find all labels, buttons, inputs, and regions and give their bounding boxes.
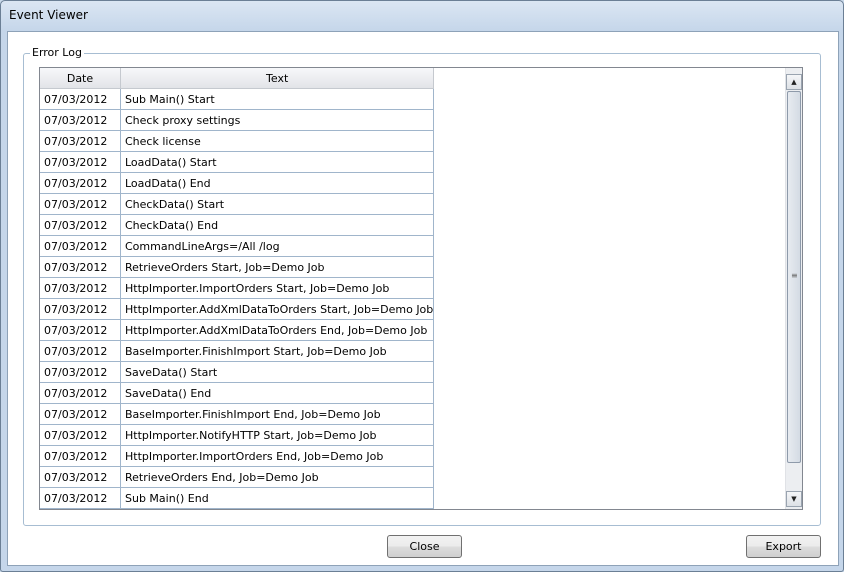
cell-text: HttpImporter.AddXmlDataToOrders End, Job…	[120, 319, 435, 341]
cell-text: RetrieveOrders End, Job=Demo Job	[120, 466, 435, 488]
table-row[interactable]: 07/03/2012 Sub Main() Start	[40, 88, 435, 110]
cell-text: Sub Main() End	[120, 487, 435, 509]
cell-text: LoadData() Start	[120, 151, 435, 173]
title-bar[interactable]: Event Viewer	[1, 1, 843, 31]
arrow-up-icon: ▲	[791, 78, 797, 86]
arrow-down-icon: ▼	[791, 495, 797, 503]
error-log-group: Error Log Date Text 07/03/2012 Sub Main()…	[23, 46, 821, 526]
error-log-grid[interactable]: Date Text 07/03/2012 Sub Main() Start 07/0…	[39, 67, 803, 510]
window-title: Event Viewer	[9, 8, 88, 22]
close-button[interactable]: Close	[387, 535, 462, 558]
table-body: 07/03/2012 Sub Main() Start 07/03/2012 Chec…	[40, 88, 435, 509]
vertical-scrollbar[interactable]: ▲ ≡ ▼	[785, 68, 802, 509]
cell-date: 07/03/2012	[40, 403, 121, 425]
cell-text: BaseImporter.FinishImport End, Job=Demo …	[120, 403, 435, 425]
group-legend: Error Log	[30, 46, 84, 59]
cell-date: 07/03/2012	[40, 445, 121, 467]
scroll-thumb[interactable]: ≡	[787, 91, 801, 463]
cell-date: 07/03/2012	[40, 109, 121, 131]
table-row[interactable]: 07/03/2012 SaveData() Start	[40, 361, 435, 383]
cell-text: Check license	[120, 130, 435, 152]
table-row[interactable]: 07/03/2012 Sub Main() End	[40, 487, 435, 509]
cell-text: HttpImporter.ImportOrders Start, Job=Dem…	[120, 277, 435, 299]
cell-date: 07/03/2012	[40, 88, 121, 110]
cell-date: 07/03/2012	[40, 466, 121, 488]
cell-text: Check proxy settings	[120, 109, 435, 131]
column-header-text[interactable]: Text	[120, 68, 435, 89]
cell-date: 07/03/2012	[40, 361, 121, 383]
cell-date: 07/03/2012	[40, 487, 121, 509]
scroll-grip-icon: ≡	[791, 271, 798, 280]
cell-date: 07/03/2012	[40, 319, 121, 341]
table-row[interactable]: 07/03/2012 BaseImporter.FinishImport End,…	[40, 403, 435, 425]
cell-date: 07/03/2012	[40, 277, 121, 299]
error-log-table: Date Text 07/03/2012 Sub Main() Start 07/0…	[40, 68, 435, 509]
cell-date: 07/03/2012	[40, 340, 121, 362]
table-row[interactable]: 07/03/2012 CommandLineArgs=/All /log	[40, 235, 435, 257]
cell-text: RetrieveOrders Start, Job=Demo Job	[120, 256, 435, 278]
table-row[interactable]: 07/03/2012 HttpImporter.NotifyHTTP Start,…	[40, 424, 435, 446]
table-row[interactable]: 07/03/2012 CheckData() Start	[40, 193, 435, 215]
export-button[interactable]: Export	[746, 535, 821, 558]
table-row[interactable]: 07/03/2012 RetrieveOrders Start, Job=Demo…	[40, 256, 435, 278]
table-row[interactable]: 07/03/2012 LoadData() End	[40, 172, 435, 194]
table-row[interactable]: 07/03/2012 HttpImporter.ImportOrders End,…	[40, 445, 435, 467]
table-row[interactable]: 07/03/2012 BaseImporter.FinishImport Star…	[40, 340, 435, 362]
cell-date: 07/03/2012	[40, 151, 121, 173]
cell-text: CheckData() End	[120, 214, 435, 236]
table-row[interactable]: 07/03/2012 Check proxy settings	[40, 109, 435, 131]
scroll-down-button[interactable]: ▼	[786, 491, 802, 507]
cell-text: CheckData() Start	[120, 193, 435, 215]
window-content: Error Log Date Text 07/03/2012 Sub Main()…	[7, 31, 839, 566]
scroll-up-button[interactable]: ▲	[786, 74, 802, 90]
cell-text: SaveData() End	[120, 382, 435, 404]
table-row[interactable]: 07/03/2012 LoadData() Start	[40, 151, 435, 173]
table-row[interactable]: 07/03/2012 HttpImporter.AddXmlDataToOrder…	[40, 298, 435, 320]
cell-text: HttpImporter.ImportOrders End, Job=Demo …	[120, 445, 435, 467]
cell-text: HttpImporter.AddXmlDataToOrders Start, J…	[120, 298, 435, 320]
cell-date: 07/03/2012	[40, 214, 121, 236]
table-header-row: Date Text	[40, 68, 435, 89]
table-row[interactable]: 07/03/2012 RetrieveOrders End, Job=Demo J…	[40, 466, 435, 488]
cell-text: CommandLineArgs=/All /log	[120, 235, 435, 257]
cell-date: 07/03/2012	[40, 235, 121, 257]
table-row[interactable]: 07/03/2012 HttpImporter.ImportOrders Star…	[40, 277, 435, 299]
cell-text: Sub Main() Start	[120, 88, 435, 110]
cell-text: SaveData() Start	[120, 361, 435, 383]
table-row[interactable]: 07/03/2012 SaveData() End	[40, 382, 435, 404]
event-viewer-window: Event Viewer Error Log Date Text 07/03/2…	[0, 0, 844, 572]
cell-date: 07/03/2012	[40, 130, 121, 152]
cell-date: 07/03/2012	[40, 256, 121, 278]
cell-date: 07/03/2012	[40, 424, 121, 446]
cell-date: 07/03/2012	[40, 193, 121, 215]
cell-date: 07/03/2012	[40, 172, 121, 194]
cell-date: 07/03/2012	[40, 382, 121, 404]
cell-date: 07/03/2012	[40, 298, 121, 320]
cell-text: HttpImporter.NotifyHTTP Start, Job=Demo …	[120, 424, 435, 446]
table-row[interactable]: 07/03/2012 HttpImporter.AddXmlDataToOrder…	[40, 319, 435, 341]
table-row[interactable]: 07/03/2012 Check license	[40, 130, 435, 152]
column-header-date[interactable]: Date	[40, 68, 121, 89]
cell-text: BaseImporter.FinishImport Start, Job=Dem…	[120, 340, 435, 362]
cell-text: LoadData() End	[120, 172, 435, 194]
table-row[interactable]: 07/03/2012 CheckData() End	[40, 214, 435, 236]
